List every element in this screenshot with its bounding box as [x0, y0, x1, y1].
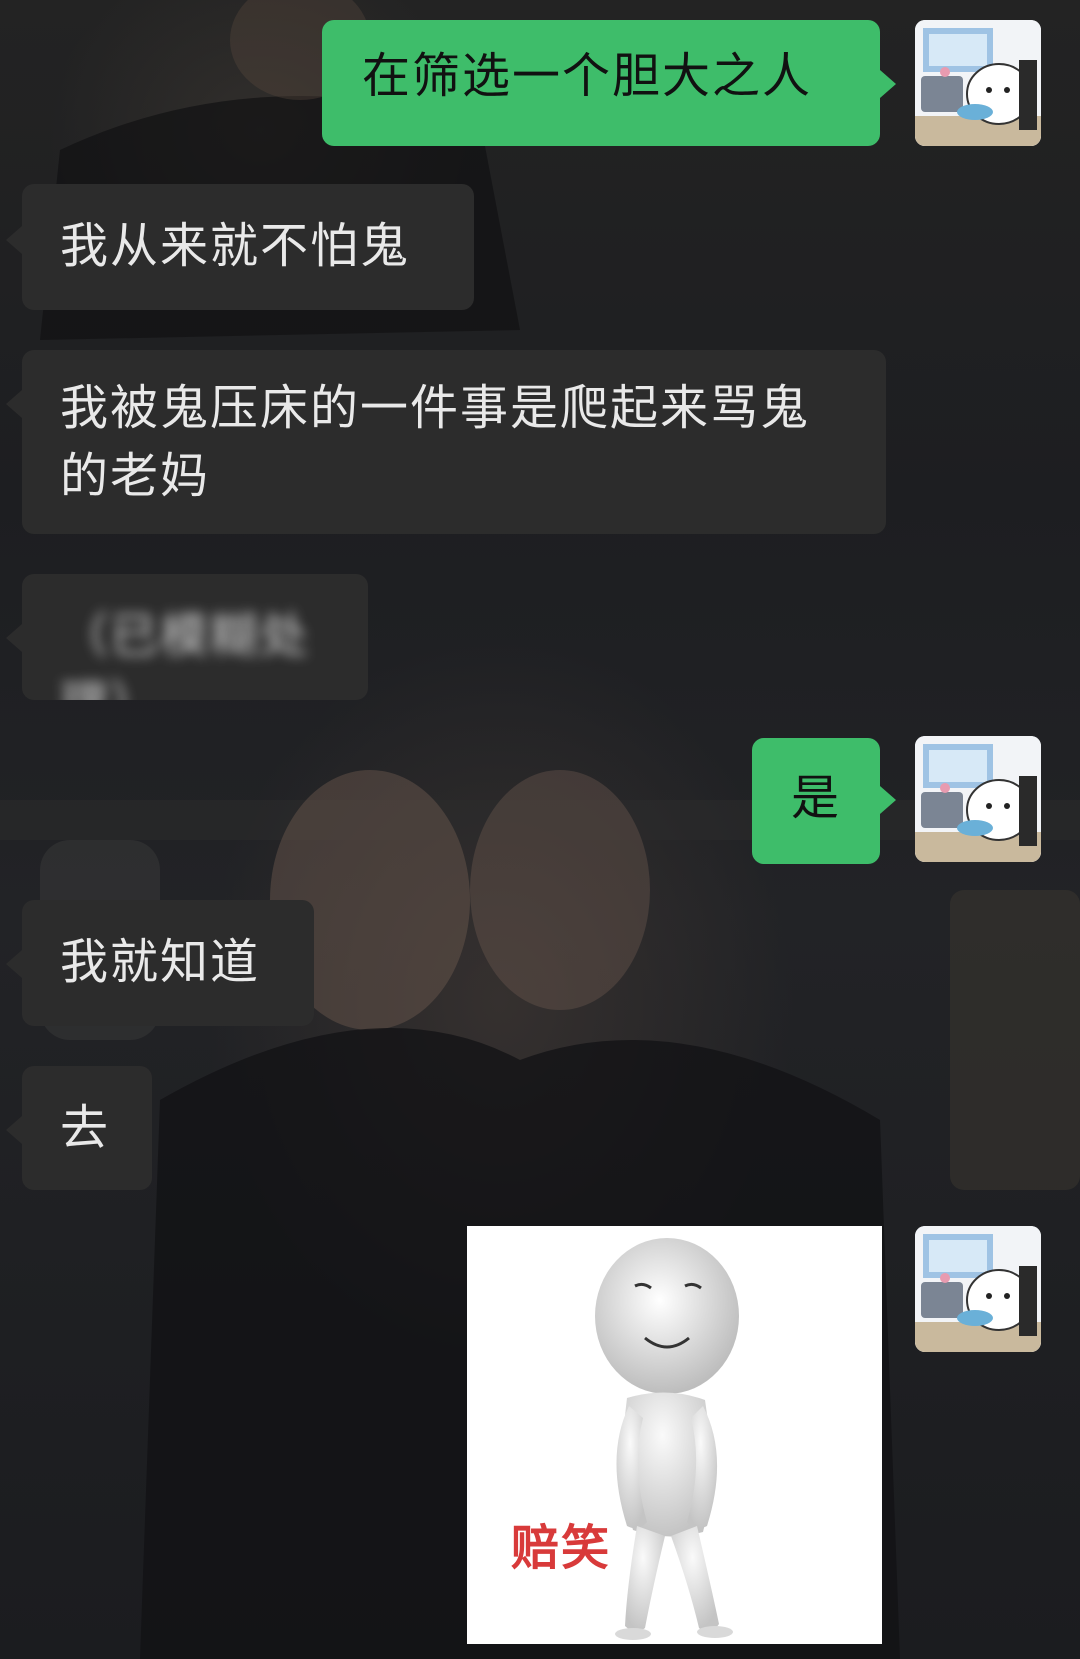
bubble-tail [6, 390, 22, 418]
bubble-tail [880, 70, 896, 98]
bubble-tail [6, 950, 22, 978]
message-text-line: 的老妈 [60, 448, 211, 504]
bubble-tail [6, 1116, 22, 1144]
received-message-bubble[interactable]: 我被鬼压床的一件事是爬起来骂鬼 的老妈 [22, 350, 886, 534]
message-text: 去 [60, 1100, 111, 1156]
message-text: 是 [790, 770, 841, 826]
smiling-figure-sticker[interactable]: 赔笑 [467, 1226, 882, 1644]
message-text: 我就知道 [60, 934, 261, 990]
sticker-caption: 赔笑 [511, 1520, 612, 1576]
bear-with-laptop-avatar-icon[interactable] [915, 1226, 1041, 1352]
bubble-tail [6, 226, 22, 254]
received-message-bubble[interactable]: 去 [22, 1066, 152, 1190]
message-text: 我从来就不怕鬼 [60, 218, 411, 274]
message-text: 在筛选一个胆大之人 [362, 48, 813, 104]
message-text-line: 我被鬼压床的一件事是爬起来骂鬼 [60, 380, 811, 436]
bubble-tail [6, 624, 22, 652]
sent-message-bubble[interactable]: 是 [752, 738, 880, 864]
received-message-bubble[interactable]: 我就知道 [22, 900, 314, 1026]
blurred-message-text: （已模糊处理） [60, 608, 311, 700]
bear-with-laptop-avatar-icon[interactable] [915, 736, 1041, 862]
bubble-tail [880, 786, 896, 814]
received-message-bubble-blurred[interactable]: （已模糊处理） [22, 574, 368, 700]
received-message-bubble[interactable]: 我从来就不怕鬼 [22, 184, 474, 310]
sent-message-bubble[interactable]: 在筛选一个胆大之人 [322, 20, 880, 146]
bear-with-laptop-avatar-icon[interactable] [915, 20, 1041, 146]
